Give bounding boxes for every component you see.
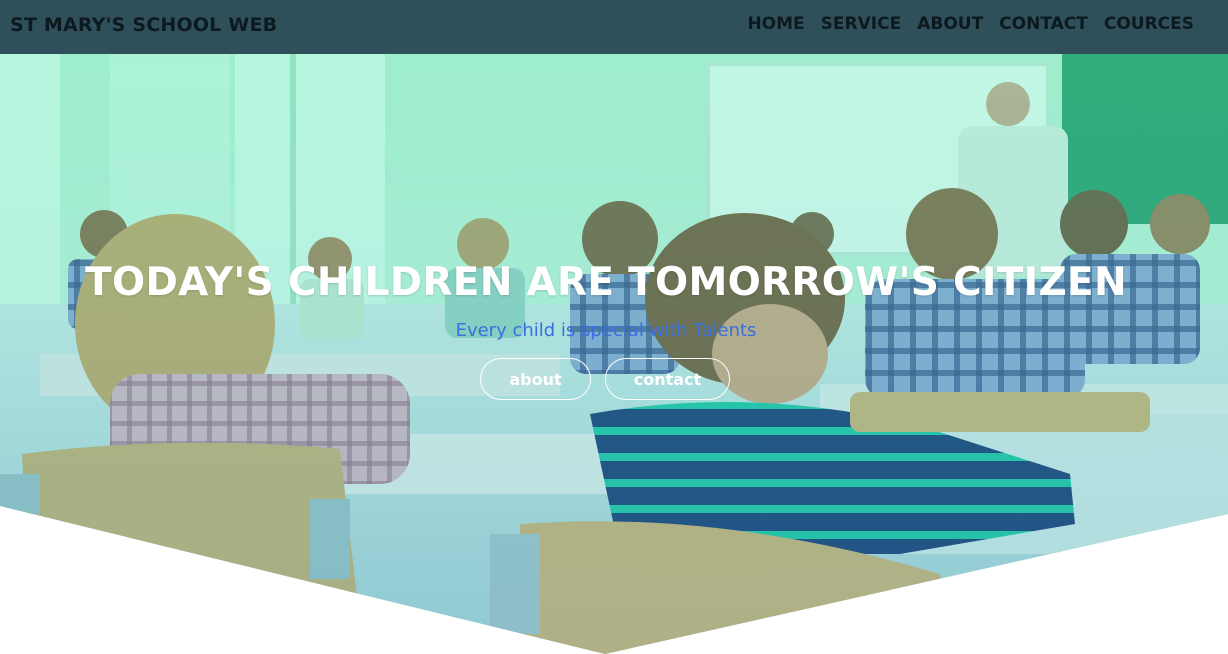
hero-tint-overlay	[0, 54, 1228, 654]
hero-title: TODAY'S CHILDREN ARE TOMORROW'S CITIZEN	[85, 260, 1127, 305]
hero-section: TODAY'S CHILDREN ARE TOMORROW'S CITIZEN …	[0, 54, 1228, 654]
navbar: ST MARY'S SCHOOL WEB HOME SERVICE ABOUT …	[0, 0, 1228, 54]
nav-link-service[interactable]: SERVICE	[821, 14, 902, 34]
site-brand[interactable]: ST MARY'S SCHOOL WEB	[10, 14, 277, 36]
page: ST MARY'S SCHOOL WEB HOME SERVICE ABOUT …	[0, 0, 1228, 654]
hero-subtitle: Every child is special with Talents	[455, 320, 757, 341]
nav-link-cources[interactable]: COURCES	[1104, 14, 1194, 34]
nav-links: HOME SERVICE ABOUT CONTACT COURCES	[747, 14, 1194, 34]
hero-buttons: about contact	[480, 358, 730, 400]
nav-link-about[interactable]: ABOUT	[917, 14, 983, 34]
nav-link-home[interactable]: HOME	[747, 14, 804, 34]
contact-button[interactable]: contact	[605, 358, 730, 400]
about-button[interactable]: about	[480, 358, 591, 400]
nav-link-contact[interactable]: CONTACT	[999, 14, 1088, 34]
